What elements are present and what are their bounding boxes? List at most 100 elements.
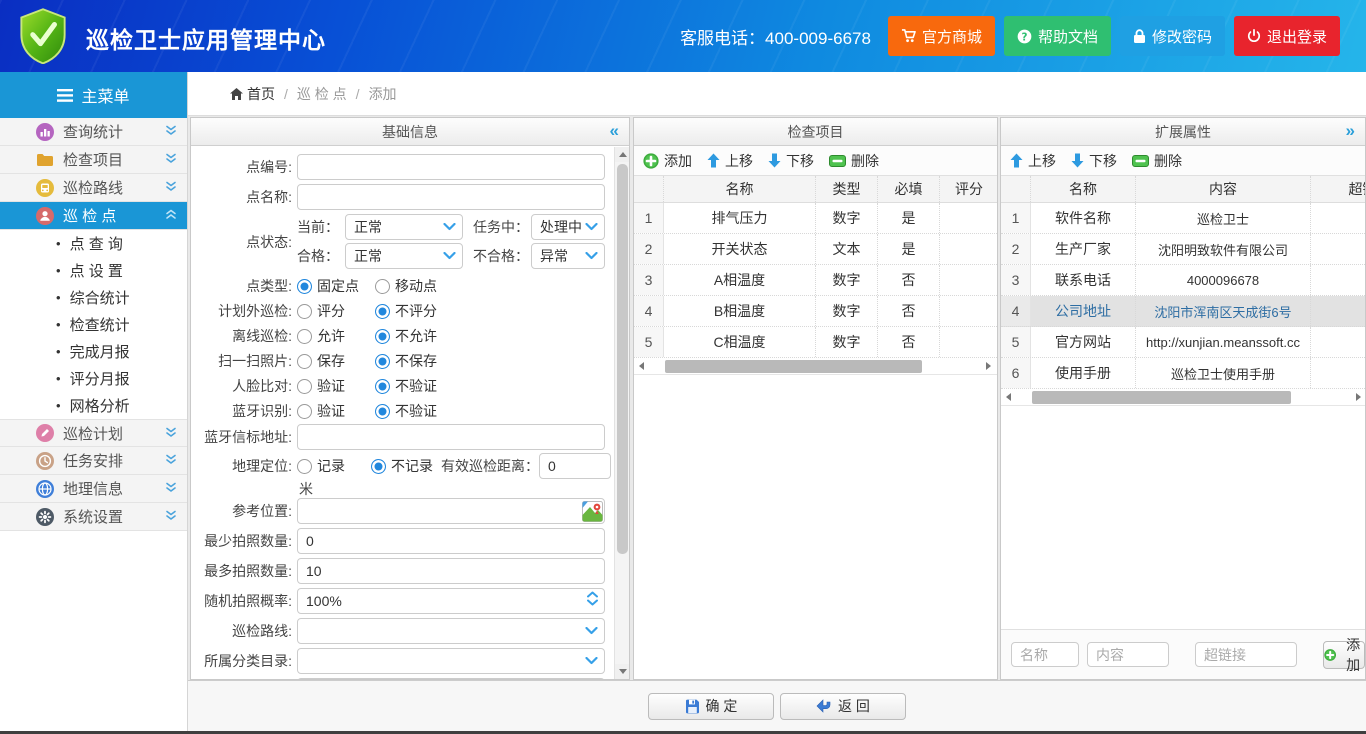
route-select[interactable]	[297, 618, 605, 644]
table-row[interactable]: 6 使用手册 巡检卫士使用手册	[1001, 358, 1366, 389]
person-pin-icon	[36, 207, 54, 225]
scrollbar-thumb[interactable]	[665, 360, 922, 373]
sidebar-item-check-items[interactable]: 检查项目	[0, 146, 187, 174]
radio-scan-nosave[interactable]: 不保存	[375, 351, 461, 371]
prop-name-input[interactable]	[1011, 642, 1079, 667]
breadcrumb-section[interactable]: 巡 检 点	[297, 84, 347, 104]
radio-unplanned-score[interactable]: 评分	[297, 301, 375, 321]
radio-bt-noverify[interactable]: 不验证	[375, 401, 461, 421]
back-button[interactable]: 返 回	[780, 693, 906, 720]
prop-link-input[interactable]	[1195, 642, 1297, 667]
radio-mobile-point[interactable]: 移动点	[375, 276, 461, 296]
pass-status-select[interactable]: 正常	[345, 243, 463, 269]
delete-button[interactable]: 删除	[1132, 151, 1182, 171]
table-row[interactable]: 5 官方网站 http://xunjian.meanssoft.cc	[1001, 327, 1366, 358]
table-row[interactable]: 5 C相温度 数字 否	[634, 327, 997, 358]
breadcrumb-home[interactable]: 首页	[230, 84, 275, 104]
prop-content-input[interactable]	[1087, 642, 1169, 667]
sidebar-subitem-point-settings[interactable]: •点 设 置	[0, 257, 187, 284]
confirm-button[interactable]: 确 定	[648, 693, 774, 720]
delete-button[interactable]: 删除	[829, 151, 879, 171]
route-icon	[36, 179, 54, 197]
sidebar-subitem-check-stats[interactable]: •检查统计	[0, 311, 187, 338]
in-task-status-select[interactable]: 处理中	[531, 214, 605, 240]
radio-offline-allow[interactable]: 允许	[297, 326, 375, 346]
check-items-horizontal-scrollbar[interactable]	[634, 358, 997, 375]
bullet-icon: •	[56, 398, 61, 413]
sidebar-subitem-grid-analysis[interactable]: •网格分析	[0, 392, 187, 419]
random-photo-label: 随机拍照概率:	[197, 591, 297, 611]
official-shop-button[interactable]: 官方商城	[888, 16, 995, 56]
beacon-address-input[interactable]	[297, 424, 605, 450]
random-photo-input[interactable]	[297, 588, 605, 614]
expand-right-icon[interactable]: »	[1346, 121, 1355, 141]
radio-geo-record[interactable]: 记录	[297, 456, 371, 476]
current-status-select[interactable]: 正常	[345, 214, 463, 240]
radio-fixed-point[interactable]: 固定点	[297, 276, 375, 296]
save-icon	[685, 699, 700, 714]
radio-face-verify[interactable]: 验证	[297, 376, 375, 396]
map-picker-icon[interactable]	[582, 501, 603, 522]
number-stepper[interactable]	[587, 591, 598, 606]
add-property-button[interactable]: 添加	[1323, 641, 1365, 669]
table-row[interactable]: 2 开关状态 文本 是	[634, 234, 997, 265]
min-photos-input[interactable]	[297, 528, 605, 554]
table-row[interactable]: 1 排气压力 数字 是	[634, 203, 997, 234]
help-docs-button[interactable]: ? 帮助文档	[1004, 16, 1111, 56]
scrollbar-thumb[interactable]	[1032, 391, 1291, 404]
scroll-up-button[interactable]	[615, 147, 630, 162]
max-photos-input[interactable]	[297, 558, 605, 584]
sidebar-item-query-stats[interactable]: 查询统计	[0, 118, 187, 146]
sidebar-subitem-monthly-complete[interactable]: •完成月报	[0, 338, 187, 365]
logout-button[interactable]: 退出登录	[1234, 16, 1340, 56]
sidebar-item-routes[interactable]: 巡检路线	[0, 174, 187, 202]
radio-geo-norecord[interactable]: 不记录	[371, 456, 441, 476]
radio-scan-save[interactable]: 保存	[297, 351, 375, 371]
radio-unplanned-noscore[interactable]: 不评分	[375, 301, 461, 321]
sidebar-subitem-overall-stats[interactable]: •综合统计	[0, 284, 187, 311]
distance-input[interactable]	[539, 453, 611, 479]
sidebar-item-label: 查询统计	[63, 121, 165, 142]
category-select[interactable]	[297, 648, 605, 674]
sidebar-item-geo-info[interactable]: 地理信息	[0, 475, 187, 503]
form-vertical-scrollbar[interactable]	[614, 147, 629, 679]
sidebar-item-points[interactable]: 巡 检 点	[0, 202, 187, 230]
table-row[interactable]: 3 联系电话 4000096678	[1001, 265, 1366, 296]
table-row[interactable]: 3 A相温度 数字 否	[634, 265, 997, 296]
question-circle-icon: ?	[1017, 29, 1032, 44]
add-button[interactable]: 添加	[643, 151, 692, 171]
move-up-button[interactable]: 上移	[707, 151, 753, 171]
extra-input[interactable]	[297, 678, 605, 679]
radio-face-noverify[interactable]: 不验证	[375, 376, 461, 396]
radio-offline-deny[interactable]: 不允许	[375, 326, 461, 346]
sidebar-subitem-point-query[interactable]: •点 查 询	[0, 230, 187, 257]
sidebar-item-tasks[interactable]: 任务安排	[0, 447, 187, 475]
table-row[interactable]: 2 生产厂家 沈阳明致软件有限公司	[1001, 234, 1366, 265]
ref-location-input[interactable]	[297, 498, 605, 524]
point-code-input[interactable]	[297, 154, 605, 180]
ext-props-horizontal-scrollbar[interactable]	[1001, 389, 1366, 406]
table-row[interactable]: 1 软件名称 巡检卫士	[1001, 203, 1366, 234]
table-row-selected[interactable]: 4 公司地址 沈阳市浑南区天成街6号	[1001, 296, 1366, 327]
plus-icon	[1324, 647, 1336, 663]
scroll-right-button[interactable]	[1350, 389, 1366, 406]
scroll-down-button[interactable]	[615, 664, 630, 679]
collapse-left-icon[interactable]: «	[610, 121, 619, 141]
sidebar-item-plans[interactable]: 巡检计划	[0, 419, 187, 447]
radio-bt-verify[interactable]: 验证	[297, 401, 375, 421]
fail-status-select[interactable]: 异常	[531, 243, 605, 269]
move-up-button[interactable]: 上移	[1010, 151, 1056, 171]
scroll-right-button[interactable]	[980, 358, 997, 375]
table-row[interactable]: 4 B相温度 数字 否	[634, 296, 997, 327]
scrollbar-thumb[interactable]	[617, 164, 628, 554]
scroll-left-button[interactable]	[1001, 389, 1018, 406]
check-items-table-header: 名称 类型 必填 评分	[634, 176, 997, 203]
svg-text:?: ?	[1021, 31, 1027, 43]
sidebar-item-system-settings[interactable]: 系统设置	[0, 503, 187, 531]
move-down-button[interactable]: 下移	[1071, 151, 1117, 171]
change-password-button[interactable]: 修改密码	[1120, 16, 1225, 56]
point-name-input[interactable]	[297, 184, 605, 210]
scroll-left-button[interactable]	[634, 358, 651, 375]
sidebar-subitem-monthly-score[interactable]: •评分月报	[0, 365, 187, 392]
move-down-button[interactable]: 下移	[768, 151, 814, 171]
